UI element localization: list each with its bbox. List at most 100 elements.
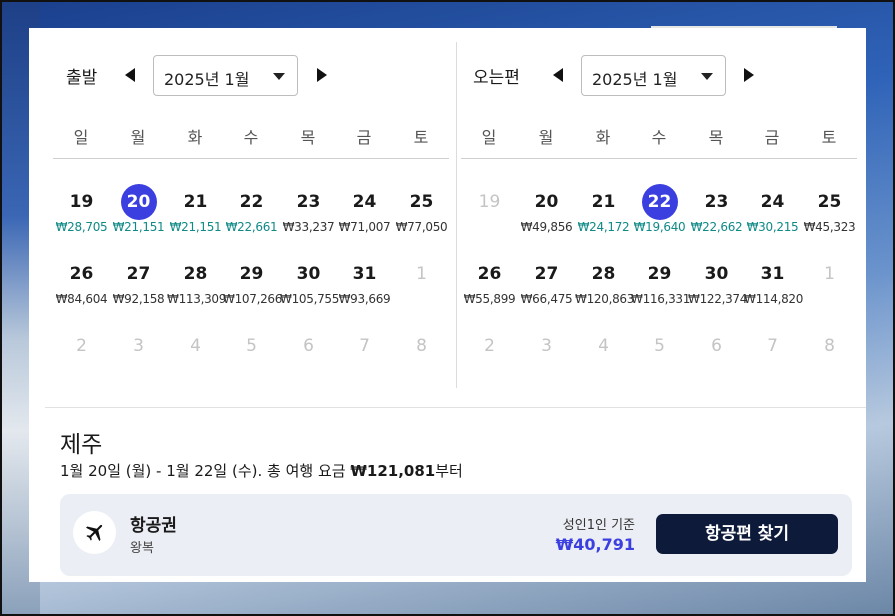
day-cell[interactable]: 21 ₩24,172 (575, 184, 632, 244)
day-number: 4 (190, 336, 201, 356)
day-number: 31 (352, 264, 377, 284)
day-cell[interactable]: 31 ₩93,669 (336, 256, 393, 316)
day-cell: 3 (110, 328, 167, 388)
selected-day-cell[interactable]: 22 ₩19,640 (631, 184, 688, 244)
find-flights-button[interactable]: 항공편 찾기 (656, 514, 838, 554)
flight-price: ₩40,791 (555, 535, 635, 554)
airplane-icon (73, 511, 116, 554)
section-divider (45, 407, 866, 408)
day-cell[interactable]: 20 ₩49,856 (518, 184, 575, 244)
day-price: ₩21,151 (112, 220, 165, 234)
day-number: 19 (478, 192, 501, 212)
day-number: 6 (711, 336, 722, 356)
day-number: 7 (359, 336, 370, 356)
day-cell[interactable]: 29 ₩116,331 (631, 256, 690, 316)
day-number: 1 (824, 264, 835, 284)
day-cell: 19 (461, 184, 518, 244)
day-cell[interactable]: 21 ₩21,151 (167, 184, 224, 244)
day-cell[interactable]: 31 ₩114,820 (744, 256, 803, 316)
day-cell[interactable]: 28 ₩113,309 (167, 256, 227, 316)
day-cell[interactable]: 23 ₩22,662 (688, 184, 745, 244)
day-price: ₩22,662 (690, 220, 743, 234)
day-number: 2 (484, 336, 495, 356)
return-title: 오는편 (473, 68, 520, 88)
day-cell[interactable]: 30 ₩105,755 (280, 256, 339, 316)
day-cell: 8 (393, 328, 450, 388)
departure-title: 출발 (66, 68, 98, 88)
day-cell[interactable]: 23 ₩33,237 (280, 184, 337, 244)
day-cell[interactable]: 26 ₩55,899 (461, 256, 518, 316)
weekday-label: 월 (538, 128, 554, 147)
chevron-down-icon (273, 73, 285, 80)
chevron-down-icon (701, 73, 713, 80)
day-number: 8 (416, 336, 427, 356)
day-cell[interactable]: 25 ₩45,323 (801, 184, 858, 244)
day-price: ₩45,323 (803, 220, 856, 234)
day-cell: 6 (280, 328, 337, 388)
weekday-label: 금 (764, 128, 780, 147)
weekday-label: 화 (595, 128, 611, 147)
day-number: 28 (183, 264, 208, 284)
date-picker-panel: 출발 2025년 1월 일월화수목금토 19 ₩28,705 20 ₩21,151 21… (29, 28, 866, 582)
weekday-label: 목 (708, 128, 724, 147)
weekday-label: 목 (300, 128, 316, 147)
price-basis: 성인1인 기준 (562, 518, 635, 533)
day-cell[interactable]: 27 ₩92,158 (110, 256, 167, 316)
day-price: ₩49,856 (520, 220, 573, 234)
day-cell[interactable]: 22 ₩22,661 (223, 184, 280, 244)
day-price: ₩113,309 (167, 292, 227, 306)
weekday-label: 화 (187, 128, 203, 147)
prev-month-icon[interactable] (551, 67, 565, 83)
day-number: 5 (654, 336, 665, 356)
day-number: 1 (416, 264, 427, 284)
flight-subtitle: 왕복 (130, 541, 154, 556)
day-cell: 4 (575, 328, 632, 388)
day-number: 20 (120, 184, 157, 220)
day-number: 2 (76, 336, 87, 356)
day-cell[interactable]: 24 ₩30,215 (744, 184, 801, 244)
calendar-divider (456, 42, 457, 388)
day-number: 4 (598, 336, 609, 356)
day-number: 25 (409, 192, 434, 212)
selected-day-cell[interactable]: 20 ₩21,151 (110, 184, 167, 244)
day-cell[interactable]: 24 ₩71,007 (336, 184, 393, 244)
return-month-value: 2025년 1월 (592, 70, 678, 89)
weekday-label: 월 (130, 128, 146, 147)
day-cell[interactable]: 28 ₩120,863 (575, 256, 634, 316)
day-number: 22 (641, 184, 678, 220)
day-number: 23 (704, 192, 729, 212)
day-cell: 7 (744, 328, 801, 388)
day-cell: 5 (631, 328, 688, 388)
day-cell: 1 (393, 256, 450, 316)
next-month-icon[interactable] (742, 67, 756, 83)
day-cell[interactable]: 19 ₩28,705 (53, 184, 110, 244)
day-price: ₩30,215 (746, 220, 799, 234)
departure-month-value: 2025년 1월 (164, 70, 250, 89)
weekday-label: 토 (413, 128, 429, 147)
day-cell[interactable]: 29 ₩107,266 (223, 256, 282, 316)
fare-suffix: 부터 (435, 462, 463, 480)
weekday-label: 수 (651, 128, 667, 147)
day-number: 22 (239, 192, 264, 212)
day-number: 5 (246, 336, 257, 356)
weekday-label: 토 (821, 128, 837, 147)
day-cell[interactable]: 27 ₩66,475 (518, 256, 575, 316)
day-cell[interactable]: 26 ₩84,604 (53, 256, 110, 316)
next-month-icon[interactable] (315, 67, 329, 83)
day-price: ₩19,640 (633, 220, 686, 234)
day-number: 30 (296, 264, 321, 284)
weekday-row: 일월화수목금토 (53, 124, 449, 159)
day-number: 24 (760, 192, 785, 212)
prev-month-icon[interactable] (123, 67, 137, 83)
day-cell[interactable]: 30 ₩122,374 (688, 256, 748, 316)
return-month-select[interactable]: 2025년 1월 (581, 55, 726, 96)
day-cell[interactable]: 25 ₩77,050 (393, 184, 450, 244)
flight-title: 항공권 (130, 516, 177, 536)
day-number: 21 (591, 192, 616, 212)
day-number: 27 (534, 264, 559, 284)
day-cell: 7 (336, 328, 393, 388)
departure-month-select[interactable]: 2025년 1월 (153, 55, 298, 96)
day-price: ₩122,374 (688, 292, 748, 306)
day-number: 21 (183, 192, 208, 212)
day-cell: 6 (688, 328, 745, 388)
